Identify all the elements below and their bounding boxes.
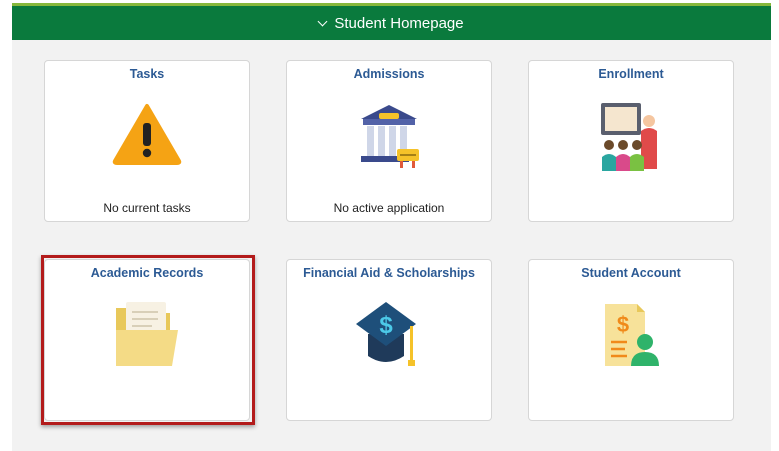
tile-title: Financial Aid & Scholarships bbox=[303, 266, 475, 280]
tile-title: Academic Records bbox=[90, 266, 204, 280]
tile-student-account[interactable]: Student Account $ bbox=[528, 259, 734, 421]
tile-title: Enrollment bbox=[598, 67, 664, 81]
svg-text:$: $ bbox=[379, 312, 393, 339]
tile-financial-aid-scholarships[interactable]: Financial Aid & Scholarships $ bbox=[286, 259, 492, 421]
chevron-down-icon bbox=[317, 16, 328, 26]
tile-title: Tasks bbox=[129, 67, 165, 81]
graduation-cap-dollar-icon: $ bbox=[354, 300, 424, 375]
tile-status-text: No current tasks bbox=[103, 201, 191, 215]
tile-academic-records[interactable]: Academic Records bbox=[44, 259, 250, 421]
tile-status-text: No active application bbox=[333, 201, 445, 215]
tile-title: Admissions bbox=[353, 67, 425, 81]
folder-icon bbox=[112, 300, 182, 375]
page-title: Student Homepage bbox=[334, 14, 464, 32]
tile-admissions[interactable]: Admissions No active application bbox=[286, 60, 492, 222]
svg-text:$: $ bbox=[617, 312, 629, 337]
billing-document-user-icon: $ bbox=[599, 300, 663, 375]
classroom-icon bbox=[599, 101, 663, 178]
page: Student Homepage Tasks No current tasks … bbox=[0, 0, 779, 451]
tile-title: Student Account bbox=[581, 266, 681, 280]
tile-enrollment[interactable]: Enrollment bbox=[528, 60, 734, 222]
tile-tasks[interactable]: Tasks No current tasks bbox=[44, 60, 250, 222]
student-homepage-header[interactable]: Student Homepage bbox=[12, 6, 771, 40]
institution-building-icon bbox=[357, 101, 421, 176]
warning-icon bbox=[112, 103, 182, 170]
